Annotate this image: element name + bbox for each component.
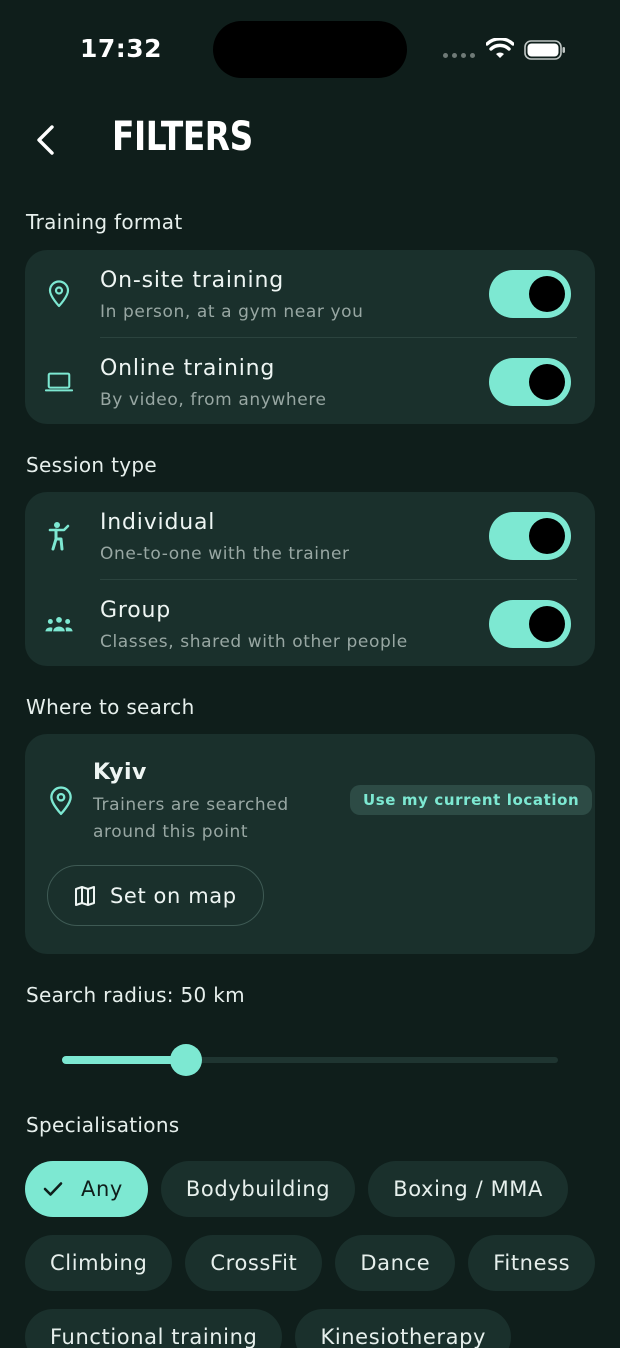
slider-fill (62, 1056, 186, 1064)
chip-label: Boxing / MMA (393, 1177, 543, 1201)
individual-title: Individual (100, 510, 216, 535)
location-pin-icon (45, 280, 73, 308)
location-pin-icon (47, 786, 77, 816)
group-toggle[interactable] (489, 600, 571, 648)
on-site-training-title: On-site training (100, 268, 284, 293)
chip-dance[interactable]: Dance (335, 1235, 456, 1291)
chip-any[interactable]: Any (25, 1161, 148, 1217)
page-title: FILTERS (112, 114, 253, 160)
chevron-left-icon (37, 125, 54, 155)
chip-label: Climbing (50, 1251, 148, 1275)
online-training-row: Online training By video, from anywhere (25, 338, 595, 426)
chip-label: Any (81, 1177, 123, 1201)
slider-thumb[interactable] (170, 1044, 202, 1076)
where-to-search-label: Where to search (26, 695, 195, 719)
toggle-knob (529, 364, 565, 400)
chip-climbing[interactable]: Climbing (25, 1235, 173, 1291)
use-current-location-button[interactable]: Use my current location (350, 785, 593, 815)
check-icon (43, 1182, 63, 1196)
group-row: Group Classes, shared with other people (25, 580, 595, 668)
set-on-map-button[interactable]: Set on map (47, 865, 264, 926)
online-training-toggle[interactable] (489, 358, 571, 406)
wifi-icon (486, 38, 514, 58)
group-icon (45, 610, 73, 638)
chip-fitness[interactable]: Fitness (468, 1235, 596, 1291)
back-button[interactable] (30, 120, 60, 160)
session-type-card: Individual One-to-one with the trainer G… (25, 492, 595, 666)
search-radius-slider[interactable] (62, 1042, 558, 1078)
cellular-signal-icon (443, 53, 475, 58)
toggle-knob (529, 518, 565, 554)
individual-subtitle: One-to-one with the trainer (100, 544, 350, 564)
chip-label: Fitness (493, 1251, 571, 1275)
specialisations-label: Specialisations (26, 1113, 180, 1137)
chip-label: Functional training (50, 1325, 258, 1348)
chip-row: Functional training Kinesiotherapy (25, 1309, 512, 1348)
individual-row: Individual One-to-one with the trainer (25, 492, 595, 580)
on-site-training-subtitle: In person, at a gym near you (100, 302, 364, 322)
chip-bodybuilding[interactable]: Bodybuilding (160, 1161, 356, 1217)
chip-kinesiotherapy[interactable]: Kinesiotherapy (295, 1309, 512, 1348)
chip-label: Dance (360, 1251, 431, 1275)
set-on-map-label: Set on map (110, 883, 237, 908)
on-site-training-toggle[interactable] (489, 270, 571, 318)
training-format-label: Training format (26, 210, 183, 234)
search-radius-label: Search radius: 50 km (26, 983, 245, 1007)
on-site-training-row: On-site training In person, at a gym nea… (25, 250, 595, 338)
chip-label: Bodybuilding (185, 1177, 331, 1201)
chip-row: Climbing CrossFit Dance Fitness (25, 1235, 596, 1291)
location-city: Kyiv (93, 760, 147, 785)
toggle-knob (529, 276, 565, 312)
chip-crossfit[interactable]: CrossFit (185, 1235, 323, 1291)
battery-icon (524, 40, 565, 60)
toggle-knob (529, 606, 565, 642)
individual-toggle[interactable] (489, 512, 571, 560)
training-format-card: On-site training In person, at a gym nea… (25, 250, 595, 424)
session-type-label: Session type (26, 453, 157, 477)
dynamic-island (213, 21, 407, 78)
location-card: Kyiv Trainers are searched around this p… (25, 734, 595, 954)
chip-label: CrossFit (210, 1251, 298, 1275)
online-training-subtitle: By video, from anywhere (100, 390, 327, 410)
person-icon (45, 522, 73, 551)
status-bar: 17:32 (0, 0, 620, 100)
chip-functional-training[interactable]: Functional training (25, 1309, 283, 1348)
chip-boxing-mma[interactable]: Boxing / MMA (368, 1161, 568, 1217)
chip-row: Any Bodybuilding Boxing / MMA (25, 1161, 568, 1217)
status-time: 17:32 (80, 34, 163, 63)
location-subtitle: Trainers are searched around this point (93, 795, 289, 842)
map-icon (75, 885, 95, 906)
group-title: Group (100, 598, 171, 623)
laptop-icon (45, 368, 73, 396)
online-training-title: Online training (100, 356, 276, 381)
chip-label: Kinesiotherapy (320, 1325, 487, 1348)
group-subtitle: Classes, shared with other people (100, 632, 408, 652)
